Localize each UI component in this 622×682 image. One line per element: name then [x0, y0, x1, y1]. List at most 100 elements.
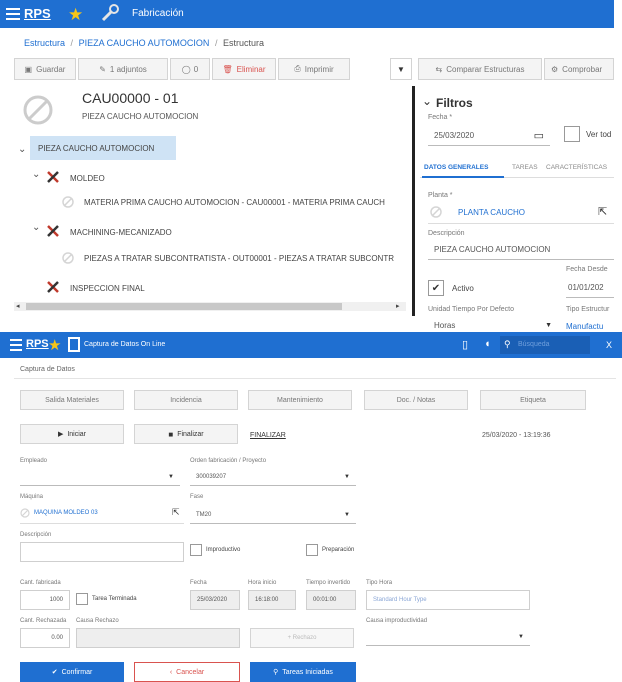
unidad-select[interactable]: Horas ▼	[428, 318, 558, 332]
subtitle-divider	[14, 378, 616, 379]
orden-select[interactable]: 300039207 ▼	[190, 468, 356, 486]
scroll-left-arrow[interactable]: ◂	[16, 302, 20, 310]
rechazo-button[interactable]: + Rechazo	[250, 628, 354, 648]
mobile-icon[interactable]: ▯	[462, 338, 468, 351]
activo-checkbox[interactable]: ✔	[428, 280, 444, 296]
causa-improd-label: Causa improductividad	[366, 618, 428, 624]
star-icon[interactable]: ★	[68, 5, 83, 25]
fecha-input[interactable]: 25/03/2020 ▭	[428, 126, 550, 146]
panel-divider[interactable]	[412, 86, 415, 316]
empleado-label: Empleado	[20, 458, 48, 464]
confirmar-button[interactable]: ✔ Confirmar	[20, 662, 124, 682]
breadcrumb-sep: /	[70, 38, 74, 48]
tiempo-value: 00:01:00	[313, 597, 337, 603]
calendar-icon[interactable]: ▭	[534, 129, 544, 142]
print-button[interactable]: ⎙ Imprimir	[278, 58, 350, 80]
etiqueta-button[interactable]: Etiqueta	[480, 390, 586, 410]
finalizar-button[interactable]: ■ Finalizar	[134, 424, 238, 444]
fecha-input[interactable]: 25/03/2020	[190, 590, 240, 610]
improductivo-checkbox[interactable]	[190, 544, 202, 556]
tree-item-machining[interactable]: MACHINING-MECANIZADO	[70, 228, 172, 237]
wrench-icon	[100, 4, 120, 24]
close-icon[interactable]: X	[606, 340, 612, 350]
collapse-caret[interactable]: ⌄	[18, 144, 26, 155]
app-logo[interactable]: RPS	[26, 338, 49, 350]
descripcion-input[interactable]: PIEZA CAUCHO AUTOMOCION	[428, 240, 614, 260]
tiempo-input[interactable]: 00:01:00	[306, 590, 356, 610]
material-icon	[62, 252, 74, 266]
tree-item-moldeo[interactable]: MOLDEO	[70, 174, 105, 183]
fase-select[interactable]: TM20 ▼	[190, 506, 356, 524]
check-button[interactable]: ⚙ Comprobar	[544, 58, 614, 80]
doc-notas-button[interactable]: Doc. / Notas	[364, 390, 468, 410]
chevron-down-icon: ▼	[397, 64, 405, 74]
tree-item-piezas[interactable]: PIEZAS A TRATAR SUBCONTRATISTA - OUT0000…	[84, 254, 408, 263]
tipo-hora-input[interactable]: Standard Hour Type	[366, 590, 530, 610]
horizontal-scrollbar[interactable]: ◂ ▸	[14, 302, 406, 311]
chevron-down-icon[interactable]: ⌄	[422, 94, 432, 108]
compare-structures-button[interactable]: ⇆ Comparar Estructuras	[418, 58, 542, 80]
orden-label: Orden fabricación / Proyecto	[190, 458, 267, 464]
cant-rechazada-input[interactable]: 0.00	[20, 628, 70, 648]
descripcion-input[interactable]	[20, 542, 184, 562]
collapse-caret[interactable]: ⌄	[32, 169, 40, 180]
collapse-caret[interactable]: ⌄	[32, 222, 40, 233]
scroll-right-arrow[interactable]: ▸	[396, 302, 400, 310]
tree-root-selected[interactable]: PIEZA CAUCHO AUTOMOCION	[30, 136, 176, 160]
maquina-field[interactable]: MAQUINA MOLDEO 03 ⇱	[20, 504, 184, 524]
mantenimiento-button[interactable]: Mantenimiento	[248, 390, 352, 410]
causa-rechazo-input[interactable]	[76, 628, 240, 648]
save-button[interactable]: ▣ Guardar	[14, 58, 76, 80]
breadcrumb-estructura[interactable]: Estructura	[24, 38, 65, 48]
chevron-down-icon: ▼	[545, 322, 552, 329]
salida-materiales-button[interactable]: Salida Materiales	[20, 390, 124, 410]
comments-button[interactable]: ◯ 0	[170, 58, 210, 80]
status-text: FINALIZAR	[250, 432, 286, 439]
ver-todo-label: Ver tod	[586, 130, 612, 139]
fecha-desde-input[interactable]: 01/01/202	[566, 278, 614, 298]
ver-todo-checkbox[interactable]	[564, 126, 580, 142]
star-icon[interactable]: ★	[48, 336, 61, 354]
menu-icon[interactable]	[6, 7, 20, 20]
preparacion-checkbox[interactable]	[306, 544, 318, 556]
breadcrumb-pieza[interactable]: PIEZA CAUCHO AUTOMOCION	[79, 38, 210, 48]
causa-improd-select[interactable]: ▼	[366, 628, 530, 646]
tarea-terminada-checkbox[interactable]	[76, 593, 88, 605]
tareas-iniciadas-button[interactable]: ⚲ Tareas Iniciadas	[250, 662, 356, 682]
vertical-scrollbar[interactable]	[404, 298, 412, 328]
tab-datos-generales[interactable]: DATOS GENERALES	[424, 164, 488, 171]
search-icon: ⚲	[273, 669, 279, 676]
notification-icon[interactable]: ◖	[484, 338, 491, 350]
tab-tareas[interactable]: TAREAS	[512, 164, 538, 171]
empleado-select[interactable]: ▼	[20, 468, 180, 486]
attachments-label: 1 adjuntos	[109, 64, 147, 74]
search-input[interactable]: ⚲ Búsqueda	[500, 336, 590, 354]
top-app-bar: RPS ★ Fabricación	[0, 0, 614, 28]
open-link-icon[interactable]: ⇱	[598, 205, 607, 218]
app-logo[interactable]: RPS	[24, 6, 51, 21]
open-link-icon[interactable]: ⇱	[172, 507, 180, 518]
product-image-placeholder	[22, 94, 54, 126]
delete-button[interactable]: 🗑 Eliminar	[212, 58, 276, 80]
more-dropdown[interactable]: ▼	[390, 58, 412, 80]
cant-fabricada-input[interactable]: 1000	[20, 590, 70, 610]
planta-field[interactable]: PLANTA CAUCHO ⇱	[428, 202, 614, 224]
tab-caracteristicas[interactable]: CARACTERÍSTICAS	[546, 164, 607, 171]
iniciar-button[interactable]: ▶ Iniciar	[20, 424, 124, 444]
incidencia-button[interactable]: Incidencia	[134, 390, 238, 410]
attachments-button[interactable]: ✎ 1 adjuntos	[78, 58, 168, 80]
menu-icon[interactable]	[10, 339, 22, 351]
fase-value: TM20	[196, 511, 212, 518]
tree-item-materia[interactable]: MATERIA PRIMA CAUCHO AUTOMOCION - CAU000…	[84, 198, 408, 207]
descripcion-value: PIEZA CAUCHO AUTOMOCION	[434, 245, 551, 254]
cant-rechazada-value: 0.00	[51, 635, 63, 641]
operation-icon	[46, 280, 60, 296]
search-placeholder: Búsqueda	[518, 341, 550, 348]
scrollbar-thumb[interactable]	[26, 303, 342, 310]
tree-item-inspeccion[interactable]: INSPECCION FINAL	[70, 284, 145, 293]
paperclip-icon: ✎	[99, 64, 106, 74]
tipo-hora-placeholder: Standard Hour Type	[373, 597, 427, 603]
cancelar-button[interactable]: ‹ Cancelar	[134, 662, 240, 682]
hora-inicio-input[interactable]: 16:18:00	[248, 590, 296, 610]
tipo-estructura-value[interactable]: Manufactu	[566, 322, 603, 331]
